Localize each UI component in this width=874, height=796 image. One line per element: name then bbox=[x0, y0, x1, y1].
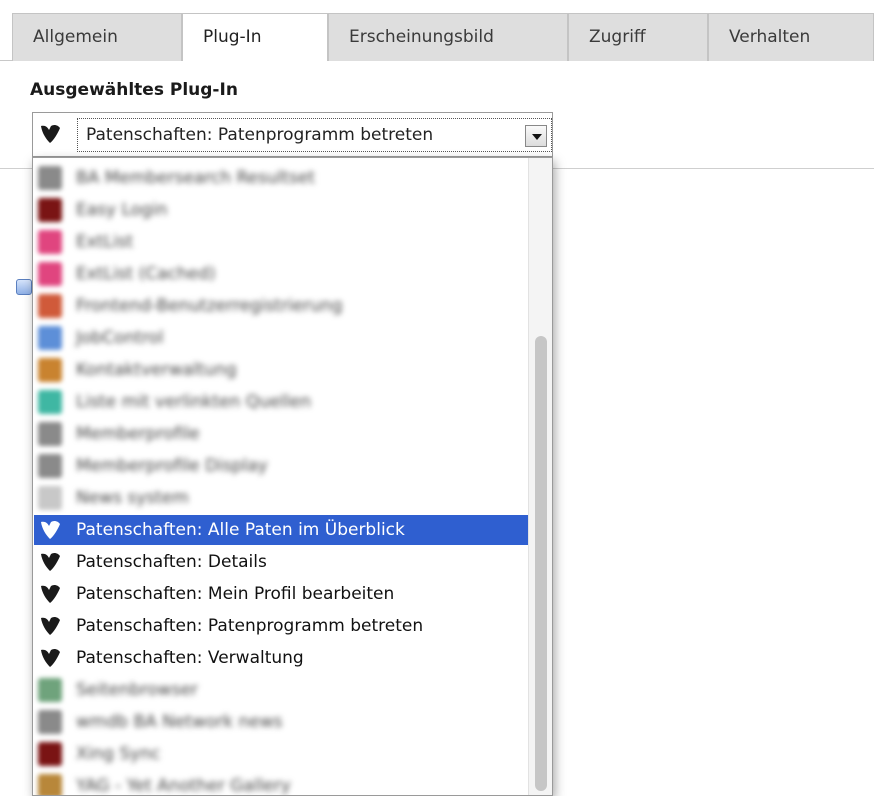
option-label: Xing Sync bbox=[76, 744, 161, 764]
select-value: Patenschaften: Patenprogramm betreten bbox=[77, 118, 552, 152]
plugin-icon bbox=[38, 390, 62, 414]
tab-plug-in[interactable]: Plug-In bbox=[182, 13, 328, 62]
option-label: ExtList bbox=[76, 232, 134, 252]
option-label: Easy Login bbox=[76, 200, 168, 220]
option-label: Liste mit verlinkten Quellen bbox=[76, 392, 312, 412]
dropdown-option[interactable]: ExtList (Cached) bbox=[34, 259, 528, 289]
dropdown-option[interactable]: Patenschaften: Details bbox=[34, 547, 528, 577]
dropdown-option[interactable]: Patenschaften: Verwaltung bbox=[34, 643, 528, 673]
dropdown-option[interactable]: Easy Login bbox=[34, 195, 528, 225]
plugin-icon bbox=[38, 710, 62, 734]
dropdown-option[interactable]: Memberprofile Display bbox=[34, 451, 528, 481]
option-label: Patenschaften: Verwaltung bbox=[76, 648, 304, 668]
option-label: Patenschaften: Mein Profil bearbeiten bbox=[76, 584, 395, 604]
dropdown-option[interactable]: Liste mit verlinkten Quellen bbox=[34, 387, 528, 417]
scrollbar-thumb[interactable] bbox=[535, 336, 547, 791]
option-label: BA Membersearch Resultset bbox=[76, 168, 316, 188]
dropdown-option[interactable]: Xing Sync bbox=[34, 739, 528, 769]
typo3-icon bbox=[41, 616, 60, 635]
typo3-icon bbox=[41, 648, 60, 667]
tab-allgemein[interactable]: Allgemein bbox=[12, 13, 182, 61]
option-label: Frontend-Benutzerregistrierung bbox=[76, 296, 343, 316]
plugin-icon bbox=[38, 358, 62, 382]
option-label: Memberprofile Display bbox=[76, 456, 268, 476]
tab-erscheinungsbild[interactable]: Erscheinungsbild bbox=[328, 13, 568, 61]
dropdown-option[interactable]: Kontaktverwaltung bbox=[34, 355, 528, 385]
dropdown-option[interactable]: ExtList bbox=[34, 227, 528, 257]
typo3-icon bbox=[41, 520, 60, 539]
dropdown-option[interactable]: News system bbox=[34, 483, 528, 513]
dropdown-option[interactable]: JobControl bbox=[34, 323, 528, 353]
plugin-icon bbox=[38, 774, 62, 795]
plugin-select[interactable]: Patenschaften: Patenprogramm betreten bbox=[32, 112, 553, 157]
scrollbar[interactable] bbox=[528, 158, 552, 795]
dropdown-option[interactable]: Patenschaften: Mein Profil bearbeiten bbox=[34, 579, 528, 609]
option-label: Memberprofile bbox=[76, 424, 200, 444]
tab-bar: Allgemein Plug-In Erscheinungsbild Zugri… bbox=[0, 0, 874, 62]
option-label: Patenschaften: Patenprogramm betreten bbox=[76, 616, 424, 636]
option-label: wmdb BA Network news bbox=[76, 712, 283, 732]
plugin-icon bbox=[38, 742, 62, 766]
plugin-icon bbox=[38, 422, 62, 446]
dropdown-option[interactable]: Frontend-Benutzerregistrierung bbox=[34, 291, 528, 321]
dropdown-option[interactable]: wmdb BA Network news bbox=[34, 707, 528, 737]
dropdown-option[interactable]: Patenschaften: Alle Paten im Überblick bbox=[34, 515, 528, 545]
option-label: ExtList (Cached) bbox=[76, 264, 216, 284]
tab-zugriff[interactable]: Zugriff bbox=[568, 13, 708, 61]
dropdown-option[interactable]: BA Membersearch Resultset bbox=[34, 163, 528, 193]
option-label: Kontaktverwaltung bbox=[76, 360, 237, 380]
plugin-icon bbox=[38, 262, 62, 286]
chevron-down-icon[interactable] bbox=[525, 125, 547, 147]
option-label: Patenschaften: Details bbox=[76, 552, 267, 572]
plugin-icon bbox=[38, 454, 62, 478]
plugin-icon bbox=[38, 486, 62, 510]
plugin-dropdown-list[interactable]: BA Membersearch Resultset Easy Login ExtLi… bbox=[32, 157, 553, 796]
option-label: JobControl bbox=[76, 328, 164, 348]
dropdown-option[interactable]: YAG - Yet Another Gallery bbox=[34, 771, 528, 796]
typo3-icon bbox=[41, 124, 60, 143]
dropdown-option[interactable]: Patenschaften: Patenprogramm betreten bbox=[34, 611, 528, 641]
dropdown-option[interactable]: Seitenbrowser bbox=[34, 675, 528, 705]
plugin-icon bbox=[38, 294, 62, 318]
checkbox[interactable] bbox=[16, 279, 32, 295]
option-label: Patenschaften: Alle Paten im Überblick bbox=[76, 520, 405, 540]
option-label: Seitenbrowser bbox=[76, 680, 198, 700]
typo3-icon bbox=[41, 584, 60, 603]
plugin-icon bbox=[38, 678, 62, 702]
typo3-icon bbox=[41, 552, 60, 571]
panel-title: Ausgewähltes Plug-In bbox=[30, 80, 238, 100]
dropdown-option[interactable]: Memberprofile bbox=[34, 419, 528, 449]
tab-verhalten[interactable]: Verhalten bbox=[708, 13, 874, 61]
plugin-icon bbox=[38, 198, 62, 222]
plugin-icon bbox=[38, 166, 62, 190]
plugin-icon bbox=[38, 230, 62, 254]
option-label: YAG - Yet Another Gallery bbox=[76, 776, 291, 796]
option-label: News system bbox=[76, 488, 189, 508]
plugin-icon bbox=[38, 326, 62, 350]
